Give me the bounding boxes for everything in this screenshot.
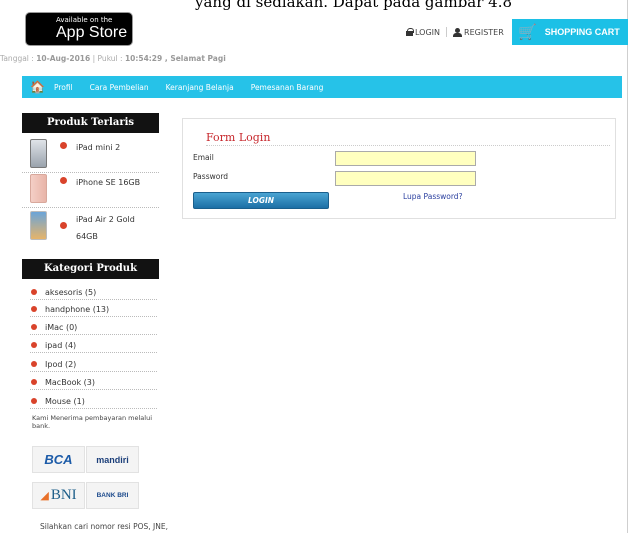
login-link-label: LOGIN bbox=[415, 27, 441, 37]
date-prefix: Tanggal : bbox=[0, 54, 37, 63]
product-item[interactable]: iPad Air 2 Gold 64GB bbox=[22, 208, 159, 246]
document-caption-fragment: yang di sediakan. Dapat pada gambar 4.8 bbox=[195, 0, 513, 11]
bullet-icon bbox=[31, 306, 37, 312]
nav-item-cara-pembelian[interactable]: Cara Pembelian bbox=[90, 83, 149, 92]
resi-note: Silahkan cari nomor resi POS, JNE, bbox=[40, 522, 169, 531]
category-label: ipad (4) bbox=[45, 341, 77, 350]
product-thumbnail bbox=[30, 174, 47, 203]
title-divider bbox=[206, 145, 610, 146]
login-button[interactable]: LOGIN bbox=[193, 192, 329, 209]
date-time-bar: Tanggal : 10-Aug-2016 | Pukul : 10:54:29… bbox=[0, 54, 226, 63]
bni-mark-icon: ◢ bbox=[40, 490, 49, 502]
product-thumbnail bbox=[30, 139, 47, 168]
category-item[interactable]: Mouse (1) bbox=[30, 394, 157, 409]
bullet-icon bbox=[31, 361, 37, 367]
appstore-big-text: App Store bbox=[56, 24, 128, 41]
forgot-password-link[interactable]: Lupa Password? bbox=[403, 192, 463, 201]
product-name: iPad Air 2 Gold 64GB bbox=[76, 215, 135, 241]
bri-logo-text: BANK BRI bbox=[96, 492, 129, 499]
home-icon[interactable]: 🏠 bbox=[30, 80, 45, 94]
date-value: 10-Aug-2016 bbox=[36, 54, 91, 63]
register-link[interactable]: REGISTER bbox=[453, 27, 504, 37]
bri-logo: BANK BRI bbox=[86, 482, 139, 509]
category-title: Kategori Produk bbox=[22, 259, 159, 279]
mandiri-logo-text: mandiri bbox=[96, 454, 129, 465]
category-label: MacBook (3) bbox=[45, 378, 95, 387]
category-item[interactable]: aksesoris (5) bbox=[30, 285, 157, 300]
user-icon bbox=[453, 27, 463, 37]
shopping-cart-button[interactable]: 🛒 SHOPPING CART bbox=[512, 19, 628, 45]
product-name: iPhone SE 16GB bbox=[76, 178, 141, 187]
bca-logo-text: BCA bbox=[44, 452, 73, 467]
login-title: Form Login bbox=[206, 131, 271, 144]
category-label: aksesoris (5) bbox=[45, 288, 97, 297]
category-label: handphone (13) bbox=[45, 305, 110, 314]
category-item[interactable]: ipad (4) bbox=[30, 338, 157, 353]
bullet-icon bbox=[31, 289, 37, 295]
nav-item-keranjang-belanja[interactable]: Keranjang Belanja bbox=[166, 83, 234, 92]
category-item[interactable]: MacBook (3) bbox=[30, 375, 157, 390]
product-item[interactable]: iPhone SE 16GB bbox=[22, 171, 159, 208]
mandiri-logo: mandiri bbox=[86, 446, 139, 473]
bullet-icon bbox=[31, 398, 37, 404]
shopping-cart-label: SHOPPING CART bbox=[544, 27, 620, 37]
bullet-icon bbox=[60, 177, 67, 184]
bni-logo-text: BNI bbox=[50, 487, 77, 503]
appstore-small-text: Available on the bbox=[56, 16, 113, 24]
bestseller-title: Produk Terlaris bbox=[22, 113, 159, 133]
bullet-icon bbox=[60, 222, 67, 229]
divider bbox=[446, 27, 448, 37]
bullet-icon bbox=[31, 324, 37, 330]
payment-note: Kami Menerima pembayaran melalui bank. bbox=[32, 414, 153, 430]
login-link[interactable]: LOGIN bbox=[406, 28, 440, 37]
product-name: iPad mini 2 bbox=[76, 143, 121, 152]
category-label: Ipod (2) bbox=[45, 360, 77, 369]
category-label: iMac (0) bbox=[45, 323, 78, 332]
bullet-icon bbox=[60, 142, 67, 149]
time-value: 10:54:29 bbox=[124, 54, 163, 63]
category-item[interactable]: handphone (13) bbox=[30, 302, 157, 317]
password-label: Password bbox=[193, 172, 229, 181]
bca-logo: BCA bbox=[32, 446, 85, 473]
account-links: LOGIN REGISTER bbox=[406, 27, 504, 37]
bullet-icon bbox=[31, 379, 37, 385]
lock-icon bbox=[406, 28, 414, 36]
app-store-badge[interactable]: Available on the App Store bbox=[25, 12, 133, 46]
category-item[interactable]: Ipod (2) bbox=[30, 357, 157, 372]
time-prefix: | Pukul : bbox=[90, 54, 125, 63]
nav-item-pemesanan-barang[interactable]: Pemesanan Barang bbox=[251, 83, 324, 92]
nav-item-profil[interactable]: Profil bbox=[54, 83, 73, 92]
main-nav: 🏠 Profil Cara Pembelian Keranjang Belanj… bbox=[22, 76, 622, 98]
category-label: Mouse (1) bbox=[45, 397, 85, 406]
product-item[interactable]: iPad mini 2 bbox=[22, 136, 159, 173]
cart-icon: 🛒 bbox=[518, 23, 537, 41]
register-link-label: REGISTER bbox=[464, 27, 504, 37]
email-label: Email bbox=[193, 153, 214, 162]
bullet-icon bbox=[31, 342, 37, 348]
bni-logo: ◢ BNI bbox=[32, 482, 85, 509]
category-item[interactable]: iMac (0) bbox=[30, 320, 157, 335]
email-field[interactable] bbox=[335, 151, 476, 166]
password-field[interactable] bbox=[335, 171, 476, 186]
greeting: , Selamat Pagi bbox=[162, 54, 226, 63]
product-thumbnail bbox=[30, 211, 47, 240]
